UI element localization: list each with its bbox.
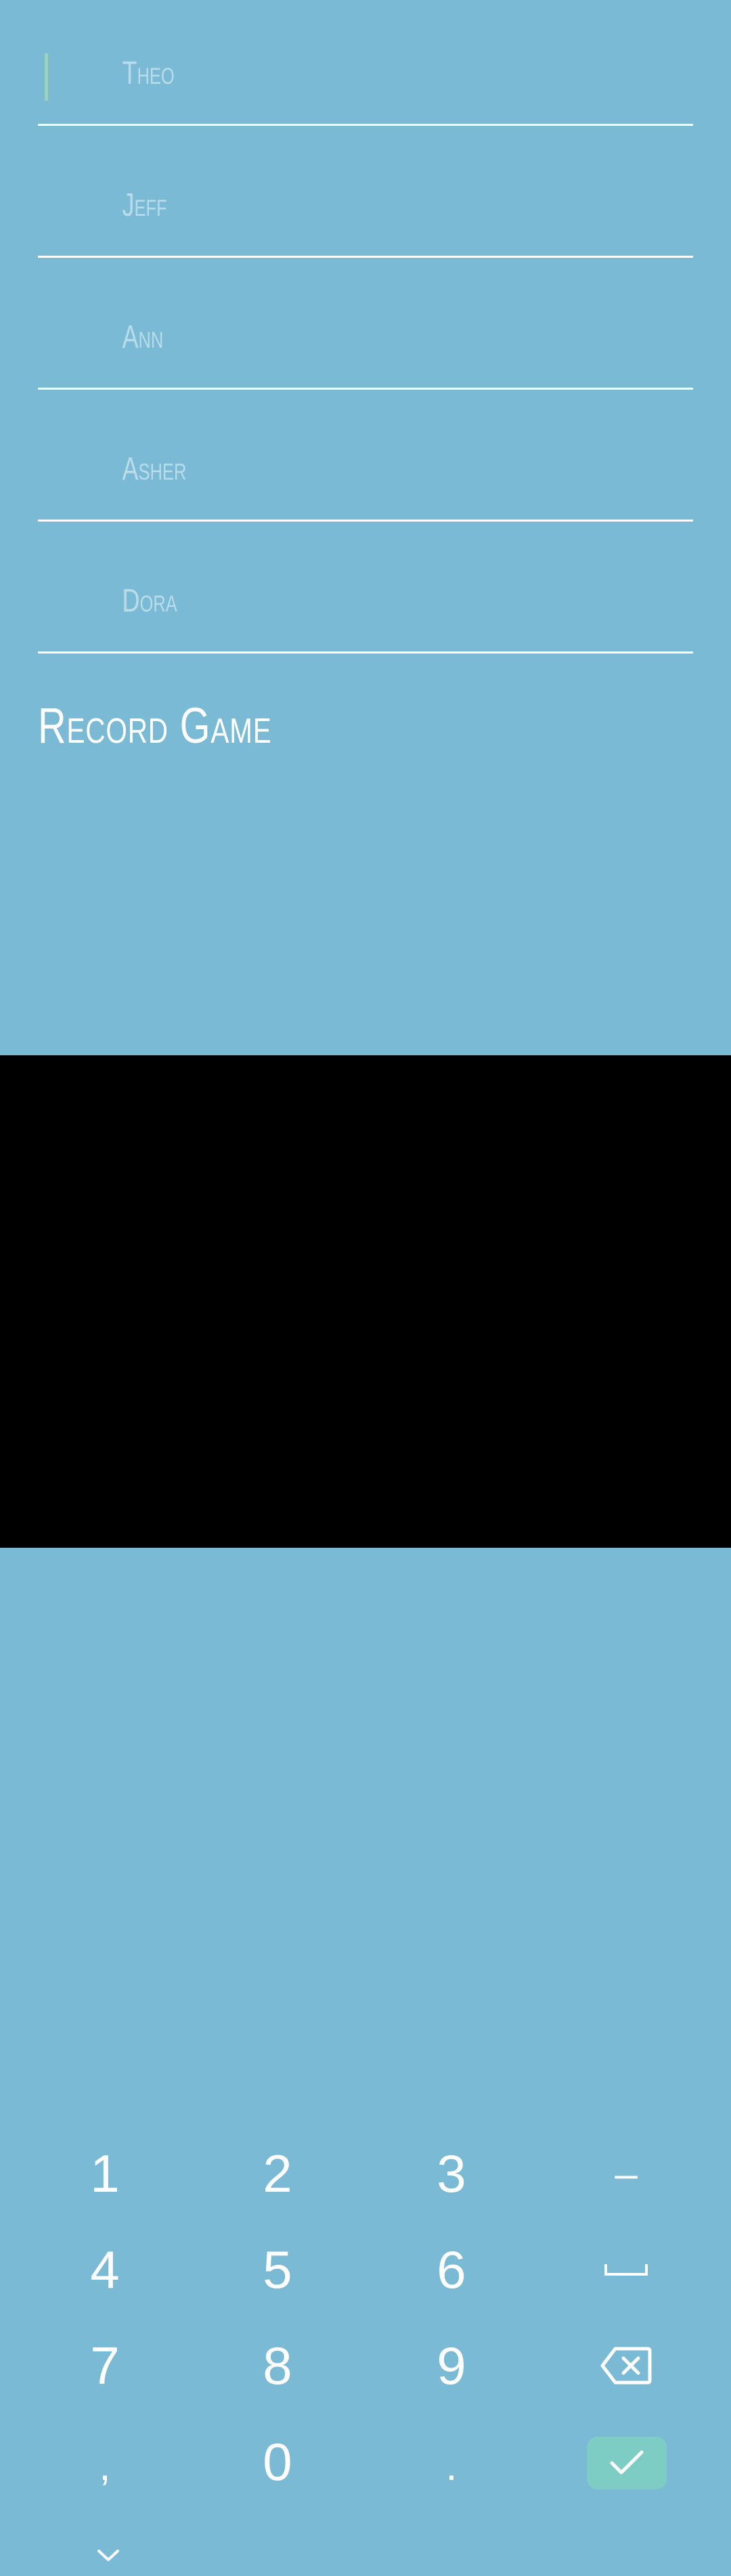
collapse-keyboard-button[interactable]	[81, 2535, 135, 2576]
key-2[interactable]: 2	[210, 2130, 345, 2217]
space-key[interactable]	[558, 2226, 694, 2314]
key-9[interactable]: 9	[384, 2322, 519, 2410]
player-field-4[interactable]	[38, 440, 693, 522]
key-0[interactable]: 0	[210, 2418, 345, 2506]
key-3[interactable]: 3	[384, 2130, 519, 2217]
backspace-key[interactable]	[558, 2322, 694, 2410]
checkmark-icon	[610, 2450, 644, 2475]
player-field-1[interactable]	[38, 45, 693, 126]
player-field-2[interactable]	[38, 177, 693, 258]
key-6[interactable]: 6	[384, 2226, 519, 2314]
player-form: Record Game	[0, 0, 731, 1055]
key-dash[interactable]: –	[558, 2130, 694, 2217]
backspace-icon	[600, 2347, 652, 2385]
key-comma[interactable]: ,	[37, 2422, 173, 2510]
key-8[interactable]: 8	[210, 2322, 345, 2410]
player-4-input[interactable]	[46, 445, 655, 492]
key-7[interactable]: 7	[37, 2322, 173, 2410]
confirm-button[interactable]	[587, 2437, 667, 2489]
key-1[interactable]: 1	[37, 2130, 173, 2217]
key-5[interactable]: 5	[210, 2226, 345, 2314]
record-game-button[interactable]: Record Game	[38, 697, 272, 754]
space-bar-icon	[604, 2264, 648, 2276]
player-3-input[interactable]	[46, 313, 655, 361]
player-field-5[interactable]	[38, 572, 693, 653]
key-4[interactable]: 4	[37, 2226, 173, 2314]
player-field-3[interactable]	[38, 308, 693, 390]
player-1-input[interactable]	[46, 49, 655, 97]
key-period[interactable]: .	[384, 2422, 519, 2510]
chevron-down-icon	[97, 2550, 119, 2561]
numeric-keyboard: 1 2 3 – 4 5 6 7 8 9 , 0 .	[0, 1055, 731, 2561]
player-5-input[interactable]	[46, 577, 655, 624]
player-2-input[interactable]	[46, 181, 655, 229]
